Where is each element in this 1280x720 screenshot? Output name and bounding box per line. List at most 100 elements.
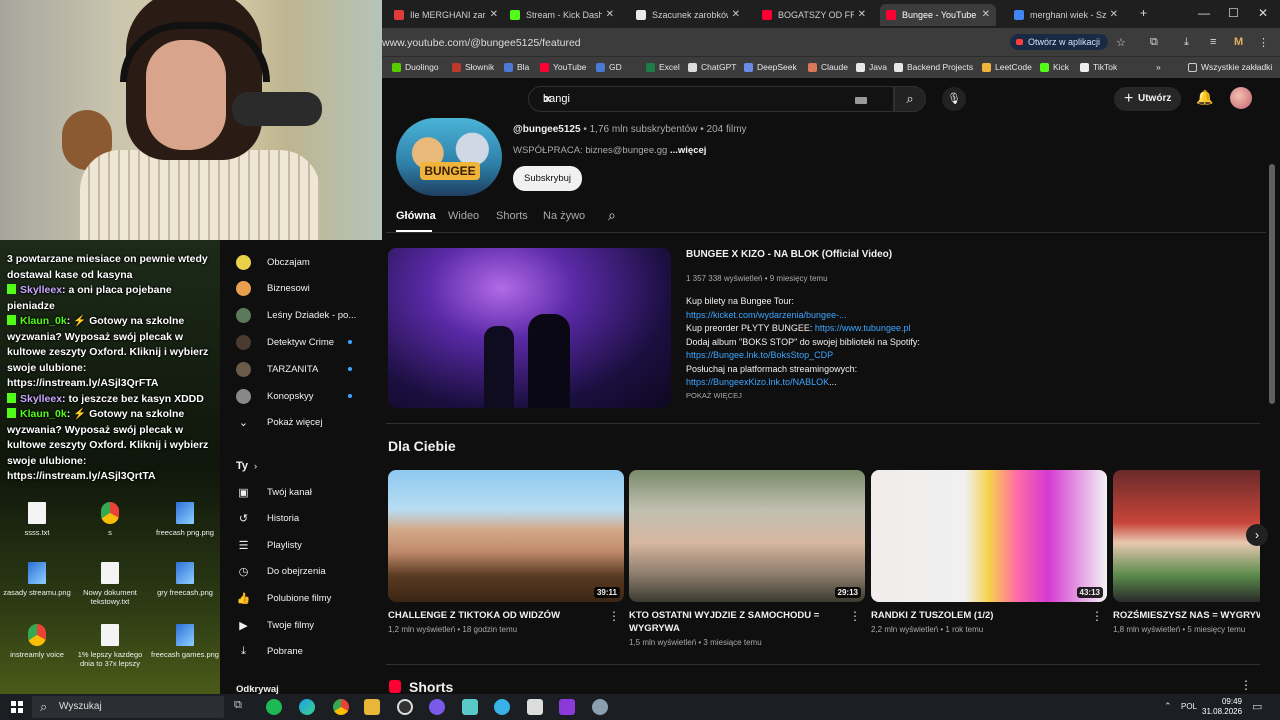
video-thumbnail[interactable]	[1113, 470, 1260, 602]
tab-home[interactable]: Główna	[396, 210, 436, 222]
keyboard-icon[interactable]	[855, 97, 867, 104]
all-bookmarks[interactable]: Wszystkie zakładki	[1188, 62, 1272, 72]
task-view-icon[interactable]: ⧉	[234, 699, 250, 715]
browser-tab[interactable]: Szacunek zarobków Streamer ✕	[630, 4, 746, 26]
desktop-icon[interactable]: freecash games.png	[150, 624, 220, 659]
bookmark-item[interactable]: Excel	[646, 62, 680, 72]
notifications-bell-icon[interactable]: 🔔	[1196, 89, 1213, 106]
video-card[interactable]: ROZŚMIESZYSZ NAS = WYGRYWASZ 1,8 mln wyśw…	[1113, 470, 1260, 634]
sidebar-item[interactable]: ▶ Twoje filmy	[236, 615, 314, 635]
video-menu-icon[interactable]: ⋮	[608, 609, 620, 623]
video-menu-icon[interactable]: ⋮	[849, 609, 861, 623]
desktop-icon[interactable]: ssss.txt	[2, 502, 72, 537]
tray-chevron-icon[interactable]: ⌃	[1164, 701, 1172, 712]
open-in-app-button[interactable]: Otwórz w aplikacji	[1010, 34, 1109, 50]
address-bar[interactable]: www.youtube.com/@bungee5125/featured Otw…	[382, 28, 1280, 56]
desktop-icon[interactable]: Nowy dokument tekstowy.txt	[75, 562, 145, 606]
bookmark-star-icon[interactable]: ☆	[1116, 36, 1126, 49]
url-text[interactable]: www.youtube.com/@bungee5125/featured	[382, 37, 581, 49]
subscription-item[interactable]: Detektyw Crime	[236, 332, 376, 352]
spotify-icon[interactable]	[266, 699, 282, 715]
video-title[interactable]: CHALLENGE Z TIKTOKA OD WIDZÓW	[388, 609, 606, 622]
shorts-menu-icon[interactable]: ⋮	[1240, 678, 1252, 692]
desktop-icon[interactable]: gry freecash.png	[150, 562, 220, 597]
close-tab-icon[interactable]: ✕	[1110, 9, 1118, 20]
video-thumbnail[interactable]: 43:13	[871, 470, 1107, 602]
search-input[interactable]: bangi ✕	[528, 86, 894, 112]
edge-icon[interactable]	[299, 699, 315, 715]
sidebar-item[interactable]: 👍 Polubione filmy	[236, 588, 332, 608]
show-more-button[interactable]: POKAŻ WIĘCEJ	[686, 391, 742, 400]
video-title[interactable]: KTO OSTATNI WYJDZIE Z SAMOCHODU = WYGRYW…	[629, 609, 847, 635]
extensions-icon[interactable]: ⧉	[1150, 36, 1158, 49]
channel-search-icon[interactable]: ⌕	[608, 207, 616, 224]
onenote-icon[interactable]	[559, 699, 575, 715]
video-thumbnail[interactable]: 39:11	[388, 470, 624, 602]
desktop-icon[interactable]: zasady streamu.png	[2, 562, 72, 597]
bookmark-item[interactable]: YouTube	[540, 62, 586, 72]
video-title[interactable]: RANDKI Z TUSZOLEM (1/2)	[871, 609, 1089, 622]
voice-search-icon[interactable]: 🎙	[942, 87, 966, 111]
you-section-header[interactable]: Ty	[236, 456, 248, 476]
app-icon[interactable]	[462, 699, 478, 715]
close-tab-icon[interactable]: ✕	[490, 9, 498, 20]
search-button[interactable]: ⌕	[894, 86, 926, 112]
chrome-icon[interactable]	[333, 699, 349, 715]
bookmark-item[interactable]: Java	[856, 62, 887, 72]
video-menu-icon[interactable]: ⋮	[1091, 609, 1103, 623]
bookmark-item[interactable]: Claude	[808, 62, 848, 72]
bookmark-item[interactable]: DeepSeek	[744, 62, 797, 72]
subscription-item[interactable]: TARZANITA	[236, 359, 376, 379]
video-card[interactable]: 29:13 KTO OSTATNI WYJDZIE Z SAMOCHODU = W…	[629, 470, 865, 647]
create-button[interactable]: Utwórz	[1114, 87, 1182, 111]
video-card[interactable]: 39:11 CHALLENGE Z TIKTOKA OD WIDZÓW 1,2 ml…	[388, 470, 624, 634]
description-link[interactable]: https://kicket.com/wydarzenia/bungee-...	[686, 310, 847, 320]
clear-search-icon[interactable]: ✕	[543, 93, 552, 106]
language-indicator[interactable]: POL	[1181, 702, 1197, 711]
channel-about[interactable]: WSPÓŁPRACA: biznes@bungee.gg ...więcej	[513, 145, 706, 156]
notification-icon[interactable]: ▭	[1252, 700, 1262, 713]
obs-icon[interactable]	[397, 699, 413, 715]
video-card[interactable]: 43:13 RANDKI Z TUSZOLEM (1/2) 2,2 mln wyśw…	[871, 470, 1107, 634]
sidebar-item[interactable]: ☰ Playlisty	[236, 535, 302, 555]
desktop-icon[interactable]: instreamly voice	[2, 624, 72, 659]
subscription-item[interactable]: Leśny Dziadek - po...	[236, 306, 376, 326]
menu-dots-icon[interactable]: ⋮	[1258, 36, 1269, 49]
minimize-icon[interactable]: —	[1198, 6, 1210, 20]
tab-shorts[interactable]: Shorts	[496, 210, 528, 222]
subscription-item[interactable]: Biznesowi	[236, 279, 376, 299]
subscription-item[interactable]: Obczajam	[236, 252, 376, 272]
bookmark-item[interactable]: LeetCode	[982, 62, 1032, 72]
next-arrow-icon[interactable]: ›	[1246, 524, 1268, 546]
discord-icon[interactable]	[429, 699, 445, 715]
close-tab-icon[interactable]: ✕	[732, 9, 740, 20]
browser-tab[interactable]: Ile MERGHANI zarabia ✕	[388, 4, 504, 26]
bookmark-item[interactable]: ChatGPT	[688, 62, 736, 72]
video-title[interactable]: ROZŚMIESZYSZ NAS = WYGRYWASZ	[1113, 609, 1260, 622]
sidebar-item[interactable]: ▣ Twój kanał	[236, 482, 312, 502]
browser-tab[interactable]: Stream - Kick Dashboard ✕	[504, 4, 620, 26]
desktop-icon[interactable]: freecash png.png	[150, 502, 220, 537]
download-icon[interactable]: ⤓	[1184, 36, 1189, 49]
profile-icon[interactable]: M	[1234, 36, 1243, 48]
bookmark-item[interactable]: TikTok	[1080, 62, 1117, 72]
new-tab-button[interactable]: +	[1140, 6, 1147, 20]
app-icon[interactable]	[592, 699, 608, 715]
maximize-icon[interactable]: ☐	[1228, 6, 1239, 20]
bookmark-item[interactable]: Backend Projects	[894, 62, 973, 72]
bookmark-item[interactable]: Kick	[1040, 62, 1069, 72]
bookmark-item[interactable]: Duolingo	[392, 62, 439, 72]
browser-tab[interactable]: merghani wiek - Szukaj ✕	[1008, 4, 1124, 26]
app-icon[interactable]	[494, 699, 510, 715]
scrollbar[interactable]	[1269, 164, 1275, 404]
tab-live[interactable]: Na żywo	[543, 210, 585, 222]
desktop-icon[interactable]: 1% lepszy kazdego dnia to 37x lepszy	[75, 624, 145, 668]
description-link[interactable]: https://BungeexKizo.lnk.to/NABLOK	[686, 377, 829, 387]
sidebar-item[interactable]: ◷ Do obejrzenia	[236, 562, 326, 582]
bookmark-item[interactable]: GD	[596, 62, 622, 72]
channel-avatar[interactable]: BUNGEE	[396, 118, 502, 196]
video-thumbnail[interactable]: 29:13	[629, 470, 865, 602]
subscription-item[interactable]: Konopskyy	[236, 386, 376, 406]
bookmarks-overflow-icon[interactable]: »	[1156, 62, 1161, 72]
description-link[interactable]: https://www.tubungee.pl	[815, 323, 911, 333]
